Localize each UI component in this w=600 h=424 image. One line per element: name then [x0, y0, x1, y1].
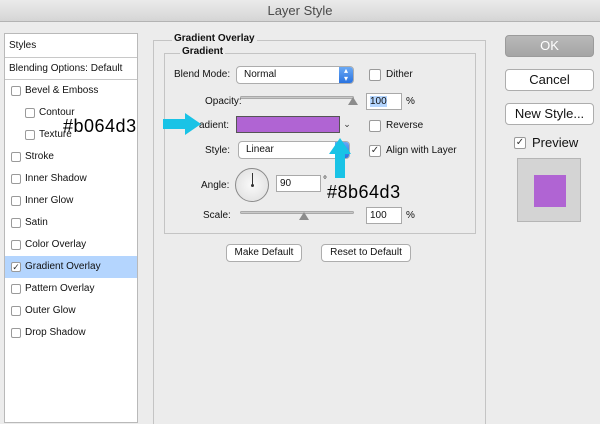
updown-arrows-icon: ▴▾ — [339, 67, 353, 83]
window-titlebar: Layer Style — [0, 0, 600, 22]
angle-value: 90 — [280, 178, 292, 189]
dither-label: Dither — [386, 69, 413, 80]
style-item-checkbox[interactable] — [11, 218, 21, 228]
scale-label: Scale: — [203, 210, 231, 221]
opacity-unit: % — [406, 96, 415, 107]
gradient-swatch[interactable] — [236, 116, 340, 133]
reverse-checkbox[interactable] — [369, 120, 381, 132]
blend-mode-label: Blend Mode: — [174, 69, 231, 80]
blend-mode-select[interactable]: Normal ▴ ▾ — [236, 66, 354, 84]
style-item-label: Outer Glow — [25, 305, 76, 316]
angle-center-dot — [251, 184, 254, 187]
style-item[interactable]: Inner Shadow — [5, 168, 137, 190]
new-style-button[interactable]: New Style... — [505, 103, 594, 125]
angle-input[interactable]: 90 — [276, 175, 321, 192]
make-default-button[interactable]: Make Default — [226, 244, 302, 262]
style-item-checkbox[interactable]: ✓ — [11, 262, 21, 272]
group-title: Gradient Overlay — [172, 33, 257, 44]
style-item[interactable]: Stroke — [5, 146, 137, 168]
chevron-down-icon[interactable]: ⌄ — [340, 116, 354, 133]
style-item[interactable]: Outer Glow — [5, 300, 137, 322]
scale-value: 100 — [370, 210, 387, 221]
style-item-checkbox[interactable] — [11, 174, 21, 184]
dither-checkbox[interactable] — [369, 69, 381, 81]
style-item-label: Pattern Overlay — [25, 283, 95, 294]
style-item-checkbox[interactable] — [25, 130, 35, 140]
style-item-label: Gradient Overlay — [25, 261, 101, 272]
style-item[interactable]: Drop Shadow — [5, 322, 137, 344]
style-item-label: Color Overlay — [25, 239, 87, 250]
reverse-label: Reverse — [386, 120, 424, 131]
opacity-input[interactable]: 100 — [366, 93, 402, 110]
cancel-button[interactable]: Cancel — [505, 69, 594, 91]
scale-unit: % — [406, 210, 415, 221]
style-item-checkbox[interactable] — [11, 152, 21, 162]
styles-header[interactable]: Styles — [5, 34, 137, 58]
gradient-label: adient: — [199, 120, 230, 131]
style-item-checkbox[interactable] — [11, 284, 21, 294]
window-title: Layer Style — [267, 3, 333, 18]
style-item-label: Bevel & Emboss — [25, 85, 99, 96]
style-value: Linear — [246, 144, 274, 155]
blend-mode-value: Normal — [244, 69, 277, 80]
preview-thumbnail — [517, 158, 581, 222]
style-item-label: Stroke — [25, 151, 54, 162]
ok-button[interactable]: OK — [505, 35, 594, 57]
angle-dial[interactable] — [235, 168, 269, 202]
blending-options-item[interactable]: Blending Options: Default — [5, 58, 137, 80]
annotation-bottom-hex: #8b64d3 — [327, 182, 401, 202]
scale-slider[interactable] — [240, 211, 354, 214]
annotation-left-hex: #b064d3 — [63, 116, 137, 136]
style-item[interactable]: ✓ Gradient Overlay — [5, 256, 137, 278]
style-item-label: Inner Glow — [25, 195, 74, 206]
opacity-value: 100 — [370, 96, 387, 107]
style-item-checkbox[interactable] — [11, 306, 21, 316]
style-item-checkbox[interactable] — [11, 328, 21, 338]
style-item[interactable]: Pattern Overlay — [5, 278, 137, 300]
style-item-label: Satin — [25, 217, 48, 228]
style-item-label: Inner Shadow — [25, 173, 87, 184]
opacity-slider[interactable] — [240, 96, 354, 99]
style-item-checkbox[interactable] — [11, 196, 21, 206]
opacity-label: Opacity: — [205, 96, 242, 107]
style-label: Style: — [205, 145, 231, 156]
style-item[interactable]: Inner Glow — [5, 190, 137, 212]
style-item-label: Drop Shadow — [25, 327, 86, 338]
right-arrow-icon — [163, 113, 201, 135]
reset-to-default-button[interactable]: Reset to Default — [321, 244, 411, 262]
align-with-layer-checkbox[interactable]: ✓ — [369, 145, 381, 157]
subgroup-title: Gradient — [180, 46, 226, 57]
align-with-layer-label: Align with Layer — [386, 145, 457, 156]
style-item-checkbox[interactable] — [11, 86, 21, 96]
style-item[interactable]: Bevel & Emboss — [5, 80, 137, 102]
opacity-slider-thumb[interactable] — [348, 97, 358, 105]
angle-label: Angle: — [201, 180, 230, 191]
preview-swatch — [534, 175, 566, 207]
preview-label: Preview — [532, 135, 579, 150]
style-item[interactable]: Color Overlay — [5, 234, 137, 256]
style-item[interactable]: Satin — [5, 212, 137, 234]
up-arrow-icon — [329, 138, 351, 178]
scale-input[interactable]: 100 — [366, 207, 402, 224]
scale-slider-thumb[interactable] — [298, 212, 309, 220]
style-item-checkbox[interactable] — [25, 108, 35, 118]
style-item-checkbox[interactable] — [11, 240, 21, 250]
preview-checkbox[interactable]: ✓ — [514, 137, 526, 149]
styles-list: Styles Blending Options: Default Bevel &… — [4, 33, 138, 423]
